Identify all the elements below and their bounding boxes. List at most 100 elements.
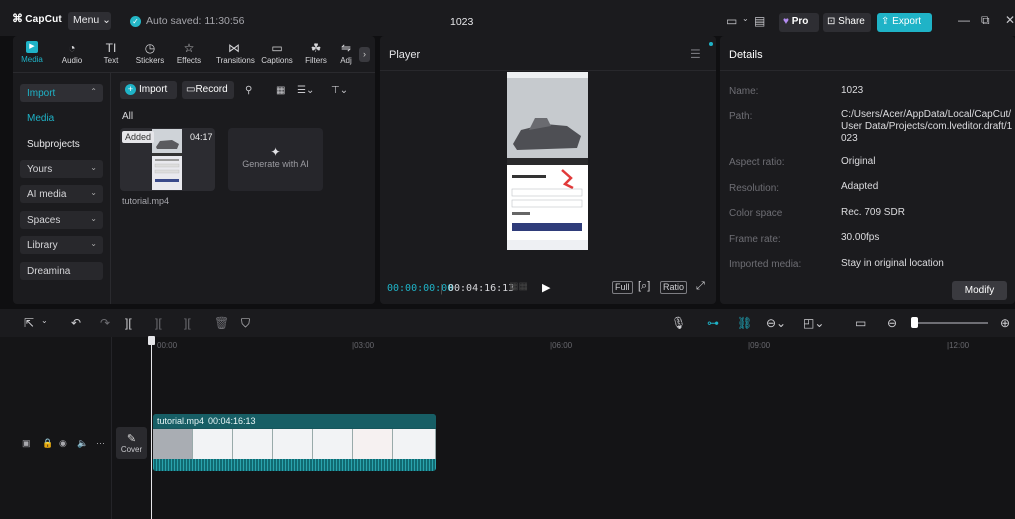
pencil-icon: ✎ — [126, 433, 137, 445]
close-icon[interactable]: ✕ — [1005, 13, 1015, 27]
added-badge: Added — [122, 131, 155, 143]
clip-filename: tutorial.mp4 — [157, 416, 205, 426]
detail-value-aspect: Original — [841, 156, 876, 167]
speaker-icon[interactable]: 🔈 — [77, 438, 88, 449]
split-icon[interactable]: ][ — [125, 316, 132, 330]
chevron-down-icon: ⌄ — [90, 188, 97, 197]
menu-button[interactable]: Menu ⌄ — [68, 12, 111, 30]
restore-icon[interactable]: ⧉ — [981, 13, 990, 28]
sidebar-item-spaces[interactable]: Spaces ⌄ — [20, 211, 103, 229]
generate-ai-card[interactable]: ✦ Generate with AI — [228, 128, 323, 191]
fullscreen-icon[interactable]: ⤢ — [696, 280, 705, 293]
menu-icon[interactable]: ☰ — [690, 47, 701, 61]
shield-icon[interactable]: ⛉ — [241, 316, 250, 331]
sidebar-item-subprojects[interactable]: Subprojects — [27, 139, 80, 150]
media-duration: 04:17 — [190, 132, 213, 142]
tab-adjustment[interactable]: ⇋ Adj — [335, 41, 357, 65]
tab-stickers[interactable]: ◷ Stickers — [134, 41, 166, 65]
audio-icon: ◔ — [68, 41, 76, 55]
eye-icon[interactable]: ◉ — [59, 438, 67, 449]
zoom-preview-icon[interactable]: [⌕] — [638, 280, 650, 293]
ratio-button[interactable]: Ratio — [660, 281, 688, 294]
zoom-slider-handle[interactable] — [911, 317, 918, 328]
ruler-label: |09:00 — [748, 341, 771, 350]
sort-icon[interactable]: ☰⌄ — [297, 85, 314, 96]
detail-label-name: Name: — [729, 86, 759, 97]
sidebar-item-library[interactable]: Library ⌄ — [20, 236, 103, 254]
cover-button[interactable]: ✎ Cover — [116, 427, 147, 459]
redo-icon[interactable]: ↷ — [100, 316, 110, 330]
chevron-down-icon: ⌄ — [90, 163, 97, 172]
modify-button[interactable]: Modify — [952, 281, 1007, 300]
zoom-out-icon[interactable]: ⊖ — [887, 316, 897, 330]
project-title: 1023 — [450, 16, 474, 28]
sidebar-item-yours[interactable]: Yours ⌄ — [20, 160, 103, 178]
sidebar-item-import[interactable]: Import ⌃ — [20, 84, 103, 102]
more-icon[interactable]: ⋯ — [96, 438, 105, 449]
tab-filters[interactable]: ☘ Filters — [300, 41, 332, 65]
detail-value-colorspace: Rec. 709 SDR — [841, 207, 905, 218]
zoom-slider-track[interactable] — [918, 322, 988, 324]
tab-audio[interactable]: ◔ Audio — [56, 41, 88, 65]
record-button[interactable]: ▭Record — [182, 81, 234, 99]
detail-label-path: Path: — [729, 111, 753, 122]
ruler-label: |03:00 — [352, 341, 375, 350]
sidebar-item-dreamina[interactable]: Dreamina — [20, 262, 103, 280]
export-button[interactable]: ⇪ Export — [877, 13, 932, 32]
auto-snap-icon[interactable]: ⛓ — [737, 316, 752, 330]
share-button[interactable]: ⊡ Share — [823, 13, 871, 32]
chevron-down-icon[interactable]: ⌄ — [41, 316, 48, 325]
tab-text[interactable]: TI Text — [95, 41, 127, 65]
share-icon: ⊡ — [827, 16, 836, 27]
autosave-status: ✓ Auto saved: 11:30:56 — [130, 15, 244, 27]
caption-icon[interactable]: ▭ — [855, 316, 866, 330]
minimize-icon[interactable]: — — [958, 13, 970, 27]
lock-icon[interactable]: 🔒 — [42, 438, 53, 449]
search-icon[interactable]: ⚲ — [245, 85, 252, 96]
tab-effects[interactable]: ☆ Effects — [173, 41, 205, 65]
import-button[interactable]: + Import — [120, 81, 177, 99]
media-filename: tutorial.mp4 — [122, 196, 170, 206]
clip-frame — [353, 429, 393, 459]
tabs-divider — [13, 72, 375, 73]
detail-label-imported: Imported media: — [729, 259, 802, 270]
tab-captions[interactable]: ▭ Captions — [261, 41, 293, 65]
chevron-right-icon[interactable]: › — [359, 47, 370, 62]
sidebar-divider — [110, 73, 111, 304]
detail-value-imported: Stay in original location — [841, 258, 944, 269]
link-icon[interactable]: ⊖⌄ — [766, 316, 786, 330]
split-left-icon[interactable]: ][ — [155, 316, 162, 330]
filters-icon: ☘ — [310, 41, 322, 55]
play-icon[interactable]: ▶ — [542, 281, 550, 294]
tab-media[interactable]: ▶ Media — [16, 41, 48, 64]
preview-axis-icon[interactable]: ◰⌄ — [803, 316, 824, 330]
playhead-line[interactable] — [151, 338, 152, 519]
playhead-handle[interactable] — [148, 336, 155, 345]
filter-icon[interactable]: ⊤⌄ — [331, 85, 348, 96]
chevron-down-icon: ⌄ — [90, 214, 97, 223]
shortcuts-icon[interactable]: ▤ — [754, 14, 765, 28]
microphone-icon[interactable]: 🎙 — [671, 316, 686, 330]
full-button[interactable]: Full — [612, 281, 633, 294]
details-title: Details — [729, 49, 763, 61]
zoom-in-icon[interactable]: ⊕ — [1000, 316, 1010, 330]
delete-icon[interactable]: 🗑 — [214, 316, 229, 330]
grid-view-icon[interactable]: ▦ — [276, 85, 285, 96]
clip-frame — [313, 429, 353, 459]
detail-value-name: 1023 — [841, 85, 864, 96]
chevron-down-icon[interactable]: ⌄ — [742, 14, 749, 23]
filter-all-label: All — [122, 111, 134, 122]
split-right-icon[interactable]: ][ — [184, 316, 191, 330]
current-time: 00:00:00:00 — [387, 283, 454, 294]
layout-icon[interactable]: ▭ — [726, 14, 737, 28]
magnet-link-icon[interactable]: ⊶ — [707, 316, 719, 330]
select-pointer-icon[interactable]: ⇱ — [24, 316, 34, 330]
clip-frame — [393, 429, 436, 459]
track-visibility-icon[interactable]: ▣ — [22, 438, 31, 449]
undo-icon[interactable]: ↶ — [71, 316, 81, 330]
pro-button[interactable]: ♥ Pro — [779, 13, 819, 32]
tab-transitions[interactable]: ⋈ Transitions — [216, 41, 255, 65]
detail-value-path: C:/Users/Acer/AppData/Local/CapCut/User … — [841, 109, 1013, 144]
sidebar-item-media[interactable]: Media — [27, 113, 54, 124]
sidebar-item-ai-media[interactable]: AI media ⌄ — [20, 185, 103, 203]
